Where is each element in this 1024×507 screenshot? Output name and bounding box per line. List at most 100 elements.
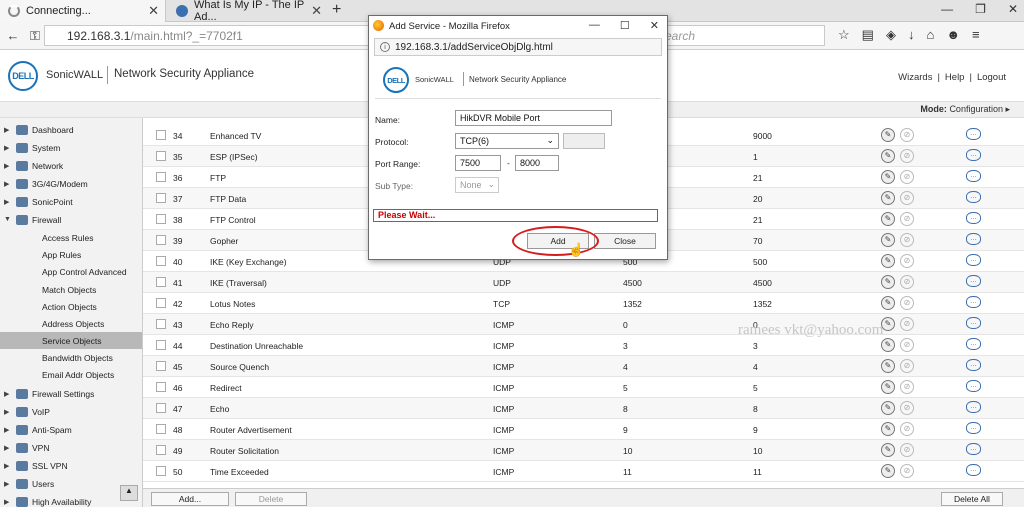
reading-list-icon[interactable]: ▤ xyxy=(862,27,874,43)
wizards-link[interactable]: Wizards xyxy=(898,72,932,83)
sidebar-item-firewall-settings[interactable]: ▶ Firewall Settings xyxy=(0,385,142,402)
delete-button[interactable]: Delete xyxy=(235,492,307,506)
close-button[interactable]: Close xyxy=(594,233,656,249)
comment-icon[interactable]: … xyxy=(966,170,981,182)
browser-tab-active[interactable]: Connecting... ✕ xyxy=(0,0,166,22)
pocket-icon[interactable]: ◈ xyxy=(886,27,896,43)
edit-icon[interactable]: ✎ xyxy=(881,338,895,352)
url-bar[interactable]: 192.168.3.1/main.html?_=7702f1 xyxy=(44,25,369,46)
comment-icon[interactable]: … xyxy=(966,464,981,476)
row-checkbox[interactable] xyxy=(156,172,166,182)
row-checkbox[interactable] xyxy=(156,235,166,245)
download-icon[interactable]: ↓ xyxy=(908,27,915,43)
edit-icon[interactable]: ✎ xyxy=(881,401,895,415)
name-field[interactable]: HikDVR Mobile Port xyxy=(455,110,612,126)
row-checkbox[interactable] xyxy=(156,256,166,266)
table-row[interactable]: 41 IKE (Traversal) UDP 4500 4500 ✎ ⊘… xyxy=(143,272,1024,293)
delete-icon[interactable]: ⊘ xyxy=(900,191,914,205)
expand-arrow-icon[interactable]: ▶ xyxy=(4,444,12,452)
comment-icon[interactable]: … xyxy=(966,275,981,287)
new-tab-button[interactable]: + xyxy=(332,1,341,19)
row-checkbox[interactable] xyxy=(156,298,166,308)
row-checkbox[interactable] xyxy=(156,445,166,455)
close-window-icon[interactable]: ✕ xyxy=(1008,2,1018,16)
bookmark-star-icon[interactable]: ☆ xyxy=(838,27,850,43)
row-checkbox[interactable] xyxy=(156,382,166,392)
edit-icon[interactable]: ✎ xyxy=(881,212,895,226)
smiley-icon[interactable]: ☻ xyxy=(946,27,960,43)
table-row[interactable]: 48 Router Advertisement ICMP 9 9 ✎ ⊘… xyxy=(143,419,1024,440)
collapse-arrow-icon[interactable]: ▼ xyxy=(4,216,12,223)
delete-all-button[interactable]: Delete All xyxy=(941,492,1003,506)
sidebar-subitem-access-rules[interactable]: Access Rules xyxy=(42,229,94,246)
add-button[interactable]: Add... xyxy=(151,492,229,506)
port-range-start-field[interactable]: 7500 xyxy=(455,155,501,171)
dialog-maximize-icon[interactable]: ☐ xyxy=(620,19,630,32)
protocol-select[interactable]: TCP(6) ⌄ xyxy=(455,133,559,149)
comment-icon[interactable]: … xyxy=(966,233,981,245)
delete-icon[interactable]: ⊘ xyxy=(900,380,914,394)
comment-icon[interactable]: … xyxy=(966,359,981,371)
delete-icon[interactable]: ⊘ xyxy=(900,464,914,478)
sidebar-subitem-app-control-advanced[interactable]: App Control Advanced xyxy=(42,263,127,280)
sidebar-subitem-action-objects[interactable]: Action Objects xyxy=(42,298,97,315)
edit-icon[interactable]: ✎ xyxy=(881,170,895,184)
edit-icon[interactable]: ✎ xyxy=(881,191,895,205)
home-icon[interactable]: ⌂ xyxy=(926,27,934,43)
expand-arrow-icon[interactable]: ▶ xyxy=(4,390,12,398)
row-checkbox[interactable] xyxy=(156,151,166,161)
sidebar-item-firewall[interactable]: ▼ Firewall xyxy=(0,211,142,228)
edit-icon[interactable]: ✎ xyxy=(881,128,895,142)
comment-icon[interactable]: … xyxy=(966,296,981,308)
edit-icon[interactable]: ✎ xyxy=(881,254,895,268)
edit-icon[interactable]: ✎ xyxy=(881,296,895,310)
sidebar-item-network[interactable]: ▶ Network xyxy=(0,157,142,174)
delete-icon[interactable]: ⊘ xyxy=(900,359,914,373)
table-row[interactable]: 47 Echo ICMP 8 8 ✎ ⊘… xyxy=(143,398,1024,419)
row-checkbox[interactable] xyxy=(156,424,166,434)
comment-icon[interactable]: … xyxy=(966,401,981,413)
delete-icon[interactable]: ⊘ xyxy=(900,275,914,289)
comment-icon[interactable]: … xyxy=(966,254,981,266)
delete-icon[interactable]: ⊘ xyxy=(900,254,914,268)
sidebar-subitem-service-objects[interactable]: Service Objects xyxy=(42,332,102,349)
expand-arrow-icon[interactable]: ▶ xyxy=(4,462,12,470)
expand-arrow-icon[interactable]: ▶ xyxy=(4,426,12,434)
dialog-minimize-icon[interactable]: — xyxy=(589,19,600,32)
expand-arrow-icon[interactable]: ▶ xyxy=(4,480,12,488)
help-link[interactable]: Help xyxy=(945,72,965,83)
comment-icon[interactable]: … xyxy=(966,212,981,224)
sidebar-scroll-up-button[interactable]: ▲ xyxy=(120,485,138,501)
sidebar-item-dashboard[interactable]: ▶ Dashboard xyxy=(0,121,142,138)
delete-icon[interactable]: ⊘ xyxy=(900,296,914,310)
row-checkbox[interactable] xyxy=(156,340,166,350)
sidebar-item-ssl-vpn[interactable]: ▶ SSL VPN xyxy=(0,457,142,474)
table-row[interactable]: 49 Router Solicitation ICMP 10 10 ✎ ⊘… xyxy=(143,440,1024,461)
close-tab-icon[interactable]: ✕ xyxy=(311,3,322,19)
key-icon[interactable]: ⚿ xyxy=(24,28,46,44)
delete-icon[interactable]: ⊘ xyxy=(900,401,914,415)
expand-arrow-icon[interactable]: ▶ xyxy=(4,144,12,152)
sidebar-item-sonicpoint[interactable]: ▶ SonicPoint xyxy=(0,193,142,210)
search-input[interactable]: earch xyxy=(650,25,825,46)
comment-icon[interactable]: … xyxy=(966,128,981,140)
table-row[interactable]: 50 Time Exceeded ICMP 11 11 ✎ ⊘… xyxy=(143,461,1024,482)
sidebar-subitem-bandwidth-objects[interactable]: Bandwidth Objects xyxy=(42,349,113,366)
row-checkbox[interactable] xyxy=(156,319,166,329)
dialog-close-icon[interactable]: ✕ xyxy=(650,19,659,32)
browser-tab[interactable]: What Is My IP - The IP Ad... ✕ xyxy=(168,0,328,23)
comment-icon[interactable]: … xyxy=(966,317,981,329)
logout-link[interactable]: Logout xyxy=(977,72,1006,83)
comment-icon[interactable]: … xyxy=(966,191,981,203)
sidebar-subitem-match-objects[interactable]: Match Objects xyxy=(42,281,96,298)
comment-icon[interactable]: … xyxy=(966,338,981,350)
edit-icon[interactable]: ✎ xyxy=(881,422,895,436)
expand-arrow-icon[interactable]: ▶ xyxy=(4,408,12,416)
row-checkbox[interactable] xyxy=(156,361,166,371)
port-range-end-field[interactable]: 8000 xyxy=(515,155,559,171)
sidebar-subitem-email-addr-objects[interactable]: Email Addr Objects xyxy=(42,366,114,383)
expand-arrow-icon[interactable]: ▶ xyxy=(4,162,12,170)
delete-icon[interactable]: ⊘ xyxy=(900,233,914,247)
sidebar-item-3g4g-modem[interactable]: ▶ 3G/4G/Modem xyxy=(0,175,142,192)
delete-icon[interactable]: ⊘ xyxy=(900,170,914,184)
